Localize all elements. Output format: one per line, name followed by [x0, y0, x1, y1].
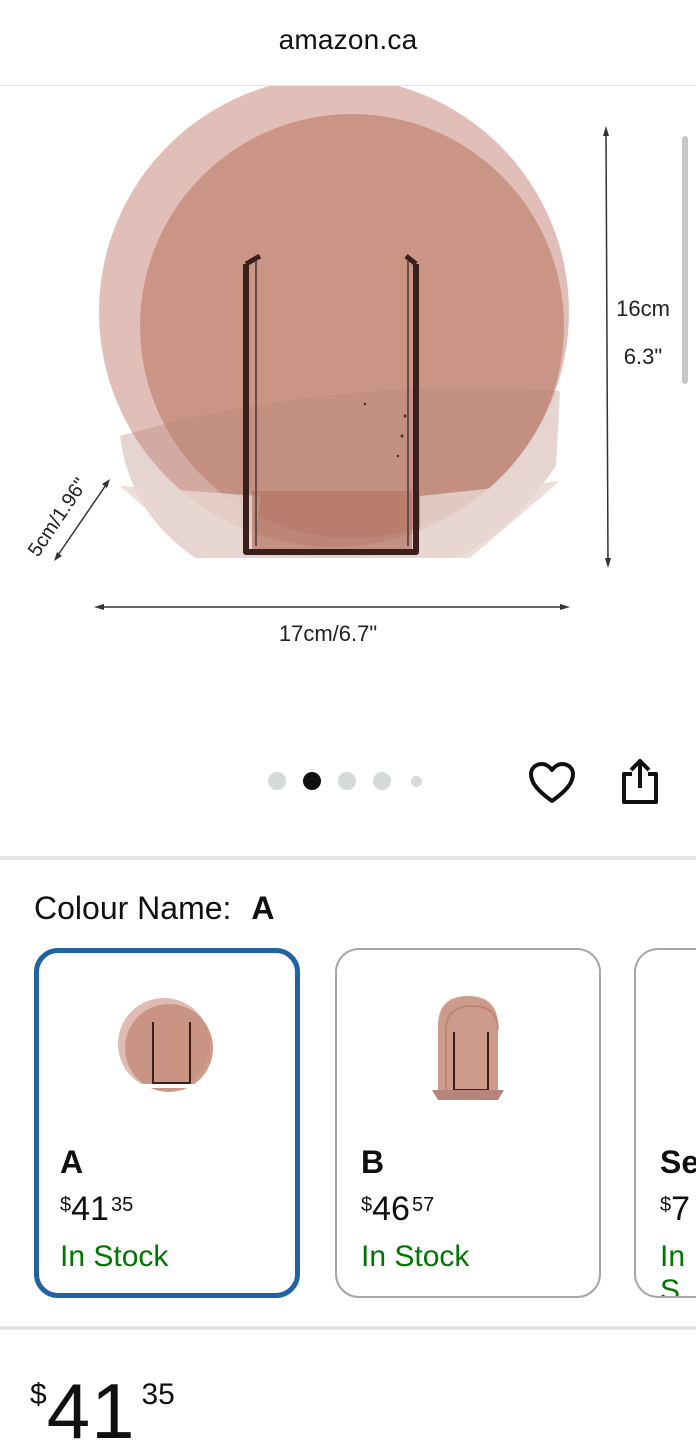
- buybox-price: $ 41 35: [30, 1372, 175, 1440]
- swatch-thumbnail: [337, 986, 599, 1116]
- swatch-option-c[interactable]: Se $ 7 In S: [634, 948, 696, 1298]
- variation-label: Colour Name:: [34, 890, 232, 926]
- swatch-thumbnail: [39, 986, 295, 1116]
- scroll-indicator[interactable]: [682, 136, 688, 384]
- variation-selected-value: A: [251, 890, 275, 926]
- pager-dot[interactable]: [411, 775, 422, 787]
- pager-dot-active[interactable]: [303, 772, 321, 790]
- product-image[interactable]: 16cm 6.3" 17cm/6.7" 5cm/1.96": [0, 86, 696, 706]
- swatch-price: $ 7: [660, 1190, 692, 1229]
- width-label: 17cm/6.7": [279, 621, 377, 646]
- swatch-option-b[interactable]: B $ 46 57 In Stock: [335, 948, 601, 1298]
- swatch-stock-status: In Stock: [361, 1240, 470, 1273]
- url-text: amazon.ca: [278, 24, 418, 55]
- image-pager-dots: [268, 772, 422, 790]
- price-whole: 41: [71, 1190, 109, 1228]
- price-symbol: $: [60, 1194, 72, 1216]
- pager-dot[interactable]: [338, 772, 356, 790]
- pager-dot[interactable]: [373, 772, 391, 790]
- swatch-stock-status: In Stock: [60, 1240, 169, 1273]
- share-button[interactable]: [614, 754, 666, 810]
- heart-icon: [529, 762, 575, 803]
- image-gallery[interactable]: 16cm 6.3" 17cm/6.7" 5cm/1.96": [0, 86, 696, 856]
- price-symbol: $: [660, 1194, 672, 1216]
- section-divider: [0, 856, 696, 860]
- swatch-price: $ 46 57: [361, 1190, 434, 1229]
- url-bar[interactable]: amazon.ca: [0, 0, 696, 86]
- variation-label-row: Colour Name: A: [34, 890, 275, 927]
- depth-label: 5cm/1.96": [24, 474, 92, 560]
- swatch-image-a: [118, 998, 213, 1092]
- swatch-image-b: [432, 996, 504, 1100]
- price-symbol: $: [361, 1194, 373, 1216]
- swatch-stock-status: In S: [660, 1240, 686, 1298]
- swatch-name: Se: [660, 1144, 696, 1180]
- pager-dot[interactable]: [268, 772, 286, 790]
- price-fraction: 35: [141, 1378, 175, 1411]
- section-divider: [0, 1326, 696, 1330]
- height-in-label: 6.3": [624, 344, 662, 369]
- swatch-option-a[interactable]: A $ 41 35 In Stock: [34, 948, 300, 1298]
- swatch-name: B: [361, 1144, 385, 1180]
- price-whole: 7: [671, 1190, 691, 1228]
- price-fraction: 57: [411, 1194, 435, 1216]
- share-icon: [622, 759, 658, 804]
- price-whole: 41: [46, 1367, 136, 1440]
- swatch-price: $ 41 35: [60, 1190, 133, 1229]
- height-cm-label: 16cm: [616, 296, 670, 321]
- swatch-name: A: [60, 1144, 84, 1180]
- price-whole: 46: [372, 1190, 410, 1228]
- price-symbol: $: [30, 1378, 47, 1411]
- price-fraction: 35: [110, 1194, 134, 1216]
- wishlist-button[interactable]: [526, 758, 578, 808]
